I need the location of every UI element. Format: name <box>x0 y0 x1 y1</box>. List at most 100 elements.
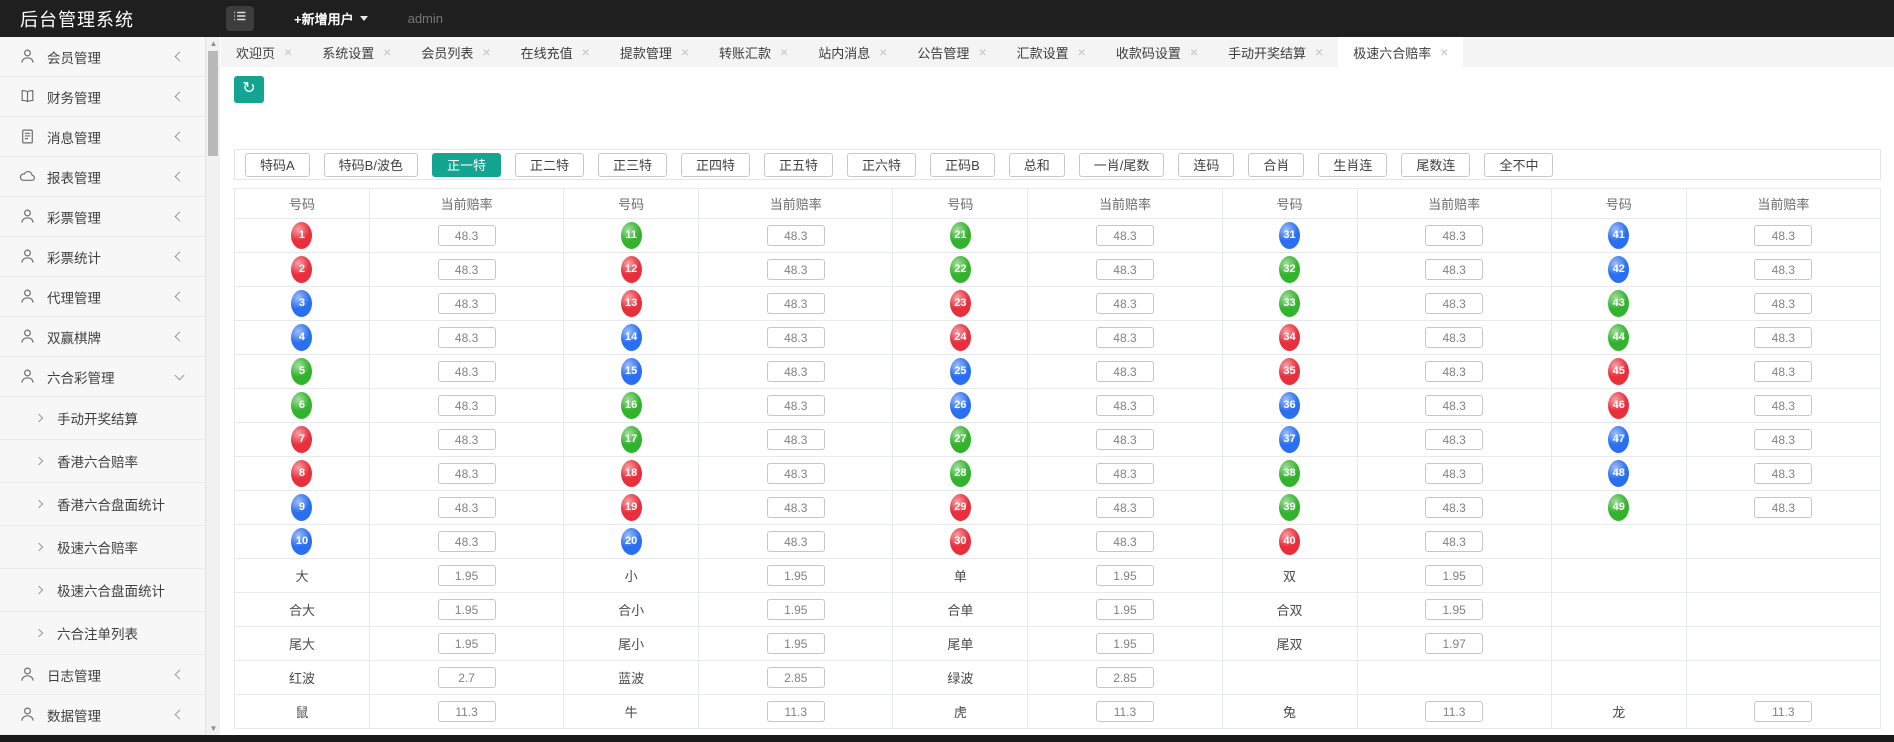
sidebar-item[interactable]: 消息管理 <box>0 117 205 157</box>
filter-button[interactable]: 正一特 <box>431 152 501 177</box>
sidebar-scrollbar[interactable]: ▲ ▼ <box>205 37 220 735</box>
odds-input[interactable] <box>1754 463 1813 484</box>
sidebar-subitem[interactable]: 香港六合盘面统计 <box>0 483 205 526</box>
filter-button[interactable]: 总和 <box>1008 152 1065 177</box>
odds-input[interactable] <box>1754 225 1813 246</box>
filter-button[interactable]: 特码B/波色 <box>323 152 418 177</box>
odds-input[interactable] <box>1754 361 1813 382</box>
sidebar-item[interactable]: 日志管理 <box>0 655 205 695</box>
odds-input[interactable] <box>1095 633 1154 654</box>
filter-button[interactable]: 正码B <box>930 152 995 177</box>
odds-input[interactable] <box>437 225 496 246</box>
odds-input[interactable] <box>1425 565 1484 586</box>
tab-item[interactable]: 汇款设置 × <box>1002 37 1101 67</box>
tab-item[interactable]: 转账汇款 × <box>704 37 803 67</box>
odds-input[interactable] <box>1425 633 1484 654</box>
close-icon[interactable]: × <box>681 45 689 59</box>
odds-input[interactable] <box>1095 463 1154 484</box>
close-icon[interactable]: × <box>383 45 391 59</box>
odds-input[interactable] <box>1095 667 1154 688</box>
tab-item[interactable]: 手动开奖结算 × <box>1213 37 1338 67</box>
odds-input[interactable] <box>766 463 825 484</box>
odds-input[interactable] <box>1095 531 1154 552</box>
scrollbar-thumb[interactable] <box>208 51 218 156</box>
odds-input[interactable] <box>1095 565 1154 586</box>
close-icon[interactable]: × <box>879 45 887 59</box>
sidebar-subitem[interactable]: 手动开奖结算 <box>0 397 205 440</box>
odds-input[interactable] <box>1095 327 1154 348</box>
odds-input[interactable] <box>1095 395 1154 416</box>
odds-input[interactable] <box>1754 429 1813 450</box>
odds-input[interactable] <box>766 531 825 552</box>
odds-input[interactable] <box>1095 429 1154 450</box>
tab-item[interactable]: 会员列表 × <box>406 37 505 67</box>
filter-button[interactable]: 正三特 <box>598 152 668 177</box>
odds-input[interactable] <box>1425 599 1484 620</box>
sidebar-item[interactable]: 双赢棋牌 <box>0 317 205 357</box>
sidebar-item[interactable]: 数据管理 <box>0 695 205 735</box>
odds-input[interactable] <box>1425 463 1484 484</box>
odds-input[interactable] <box>766 565 825 586</box>
odds-input[interactable] <box>766 497 825 518</box>
odds-input[interactable] <box>1754 497 1813 518</box>
sidebar-item[interactable]: 财务管理 <box>0 77 205 117</box>
close-icon[interactable]: × <box>978 45 986 59</box>
odds-input[interactable] <box>1095 293 1154 314</box>
odds-input[interactable] <box>437 667 496 688</box>
odds-input[interactable] <box>437 599 496 620</box>
odds-input[interactable] <box>437 701 496 722</box>
filter-button[interactable]: 尾数连 <box>1401 152 1471 177</box>
odds-input[interactable] <box>1095 701 1154 722</box>
filter-button[interactable]: 正四特 <box>681 152 751 177</box>
odds-input[interactable] <box>1425 701 1484 722</box>
odds-input[interactable] <box>437 327 496 348</box>
filter-button[interactable]: 生肖连 <box>1318 152 1388 177</box>
odds-input[interactable] <box>437 565 496 586</box>
odds-input[interactable] <box>1425 361 1484 382</box>
odds-input[interactable] <box>1754 293 1813 314</box>
tab-active[interactable]: 极速六合赔率 × <box>1338 37 1464 67</box>
odds-input[interactable] <box>437 463 496 484</box>
sidebar-item[interactable]: 六合彩管理 <box>0 357 205 397</box>
sidebar-subitem[interactable]: 香港六合赔率 <box>0 440 205 483</box>
sidebar-item[interactable]: 彩票统计 <box>0 237 205 277</box>
close-icon[interactable]: × <box>482 45 490 59</box>
odds-input[interactable] <box>437 293 496 314</box>
odds-input[interactable] <box>437 429 496 450</box>
tab-item[interactable]: 系统设置 × <box>307 37 406 67</box>
odds-input[interactable] <box>437 497 496 518</box>
tab-item[interactable]: 公告管理 × <box>902 37 1001 67</box>
odds-input[interactable] <box>766 701 825 722</box>
odds-input[interactable] <box>766 667 825 688</box>
sidebar-toggle-button[interactable] <box>226 6 254 31</box>
sidebar-item[interactable]: 代理管理 <box>0 277 205 317</box>
close-icon[interactable]: × <box>780 45 788 59</box>
filter-button[interactable]: 一肖/尾数 <box>1078 152 1165 177</box>
odds-input[interactable] <box>1095 259 1154 280</box>
odds-input[interactable] <box>766 327 825 348</box>
odds-input[interactable] <box>1095 497 1154 518</box>
filter-button[interactable]: 全不中 <box>1484 152 1554 177</box>
odds-input[interactable] <box>1754 259 1813 280</box>
odds-input[interactable] <box>1425 429 1484 450</box>
tab-item[interactable]: 在线充值 × <box>506 37 605 67</box>
odds-input[interactable] <box>766 361 825 382</box>
odds-input[interactable] <box>437 395 496 416</box>
odds-input[interactable] <box>1425 497 1484 518</box>
odds-input[interactable] <box>1425 395 1484 416</box>
odds-input[interactable] <box>437 633 496 654</box>
odds-input[interactable] <box>1754 395 1813 416</box>
tab-item[interactable]: 提款管理 × <box>605 37 704 67</box>
tab-item[interactable]: 收款码设置 × <box>1101 37 1213 67</box>
close-icon[interactable]: × <box>1440 45 1448 59</box>
sidebar-subitem[interactable]: 极速六合盘面统计 <box>0 569 205 612</box>
tab-item[interactable]: 站内消息 × <box>803 37 902 67</box>
sidebar-item[interactable]: 报表管理 <box>0 157 205 197</box>
sidebar-subitem[interactable]: 六合注单列表 <box>0 612 205 655</box>
sidebar-subitem[interactable]: 极速六合赔率 <box>0 526 205 569</box>
odds-input[interactable] <box>1425 327 1484 348</box>
odds-input[interactable] <box>766 429 825 450</box>
odds-input[interactable] <box>437 531 496 552</box>
close-icon[interactable]: × <box>1078 45 1086 59</box>
sidebar-item[interactable]: 会员管理 <box>0 37 205 77</box>
